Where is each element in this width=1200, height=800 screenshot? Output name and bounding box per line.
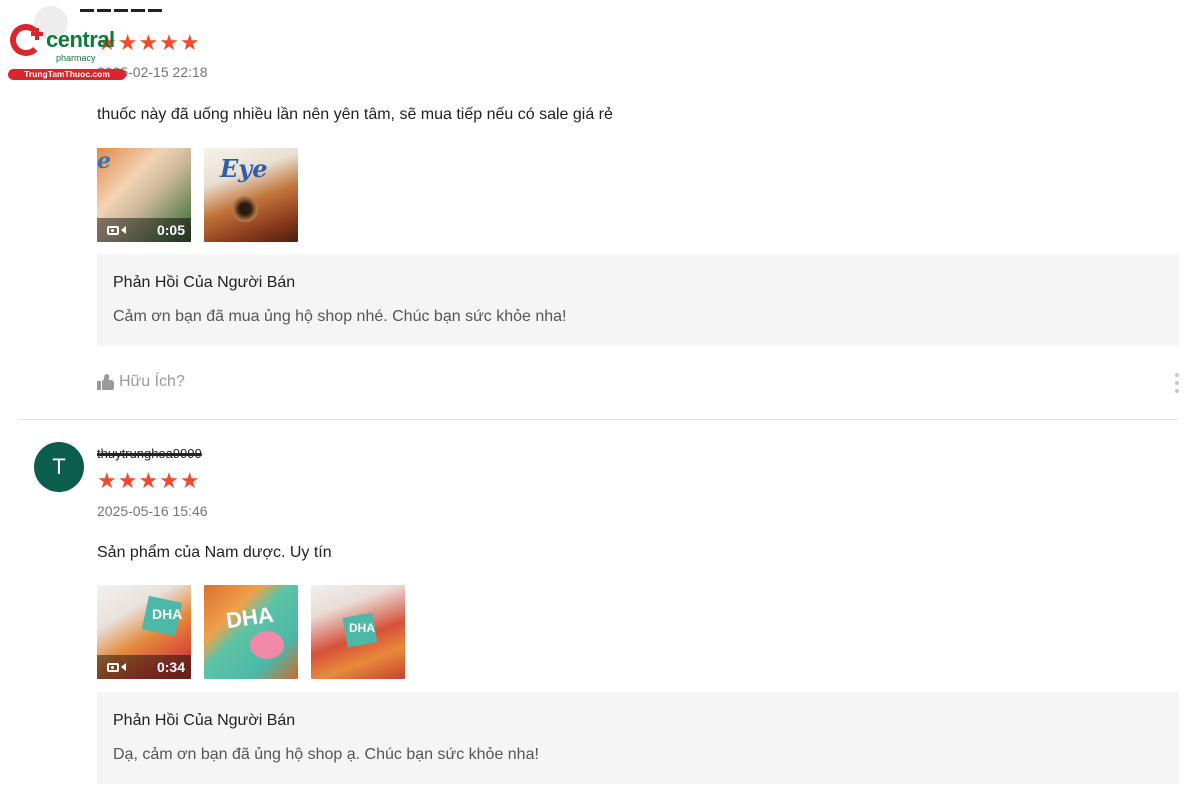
review-image-thumbnail[interactable]: DHA <box>204 585 298 679</box>
logo-site: TrungTamThuoc.com <box>8 69 126 80</box>
seller-reply-text: Dạ, cảm ơn bạn đã ủng hộ shop ạ. Chúc bạ… <box>113 746 539 763</box>
video-duration: 0:34 <box>156 659 185 675</box>
thumbs-up-icon <box>97 373 115 390</box>
seller-reply-title: Phản Hồi Của Người Bán <box>113 712 296 729</box>
logo-tagline: pharmacy <box>56 53 96 63</box>
review-video-thumbnail[interactable]: DHA 0:34 <box>97 585 191 679</box>
seller-reply: Phản Hồi Của Người Bán Cảm ơn bạn đã mua… <box>97 254 1179 346</box>
seller-reply-text: Cảm ơn bạn đã mua ủng hộ shop nhé. Chúc … <box>113 308 567 325</box>
brand-watermark-logo: central pharmacy TrungTamThuoc.com <box>6 6 128 82</box>
video-camera-icon <box>107 225 126 235</box>
seller-reply-title: Phản Hồi Của Người Bán <box>113 274 296 291</box>
review-date: 2025-05-16 15:46 <box>97 503 208 519</box>
review-video-thumbnail[interactable]: e 0:05 <box>97 148 191 242</box>
review-item: T thuytrunghoa9999 ★★★★★ 2025-05-16 15:4… <box>0 420 1200 800</box>
more-options-icon[interactable] <box>1174 373 1180 393</box>
seller-reply: Phản Hồi Của Người Bán Dạ, cảm ơn bạn đã… <box>97 692 1179 784</box>
helpful-label: Hữu Ích? <box>119 373 185 390</box>
review-media: DHA 0:34 DHA DHA <box>97 585 405 679</box>
review-username: thuytrunghoa9999 <box>97 446 202 461</box>
review-image-thumbnail[interactable]: Eye <box>204 148 298 242</box>
review-comment: Sản phẩm của Nam dược. Uy tín <box>97 544 332 561</box>
video-camera-icon <box>107 662 126 672</box>
review-item: ★★★★★ 2025-02-15 22:18 thuốc này đã uống… <box>0 0 1200 420</box>
review-media: e 0:05 Eye <box>97 148 298 242</box>
video-duration: 0:05 <box>156 222 185 238</box>
review-comment: thuốc này đã uống nhiều lần nên yên tâm,… <box>97 106 613 123</box>
logo-name: central <box>46 27 115 52</box>
review-image-thumbnail[interactable]: DHA <box>311 585 405 679</box>
star-rating: ★★★★★ <box>97 468 201 493</box>
helpful-button[interactable]: Hữu Ích? <box>97 373 185 391</box>
plus-icon <box>31 28 43 40</box>
avatar: T <box>34 442 84 492</box>
